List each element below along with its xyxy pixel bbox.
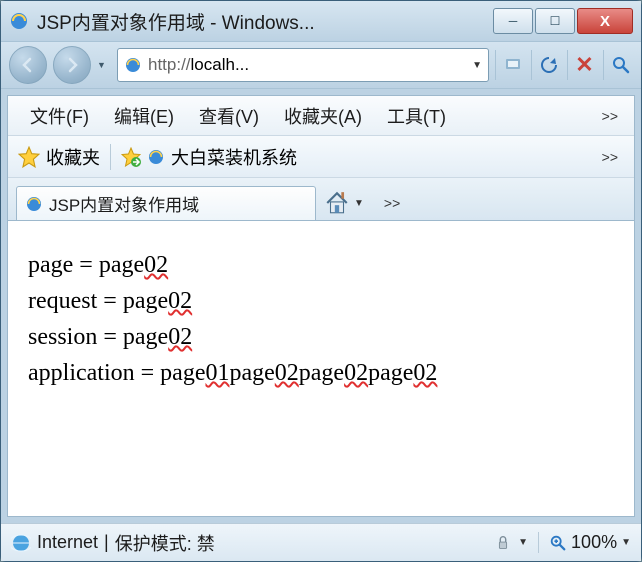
forward-button[interactable] xyxy=(53,46,91,84)
favorites-bookmark-1[interactable]: 大白菜装机系统 xyxy=(121,144,297,170)
menu-file[interactable]: 文件(F) xyxy=(18,100,101,132)
star-icon xyxy=(18,146,40,168)
client-area: 文件(F) 编辑(E) 查看(V) 收藏夹(A) 工具(T) >> 收藏夹 xyxy=(7,95,635,517)
globe-icon xyxy=(11,533,31,553)
dropdown-icon: ▼ xyxy=(354,198,364,209)
favorites-bar: 收藏夹 大白菜装机系统 >> xyxy=(8,136,634,178)
address-dropdown[interactable]: ▼ xyxy=(472,60,482,71)
search-button[interactable] xyxy=(603,50,633,80)
home-button[interactable]: ▼ xyxy=(324,190,364,216)
ie-page-icon xyxy=(124,56,142,74)
nav-toolbar: ▼ http://localh... ▼ ✕ xyxy=(1,41,641,89)
zone-label: Internet xyxy=(37,532,98,553)
minimize-button[interactable]: ─ xyxy=(493,8,533,34)
menubar: 文件(F) 编辑(E) 查看(V) 收藏夹(A) 工具(T) >> xyxy=(8,96,634,136)
content-line-4: application = page01page02page02page02 xyxy=(28,355,614,391)
titlebar: JSP内置对象作用域 - Windows... ─ ☐ X xyxy=(1,1,641,41)
tab-active[interactable]: JSP内置对象作用域 xyxy=(16,186,316,220)
dropdown-icon: ▼ xyxy=(518,537,528,548)
content-line-2: request = page02 xyxy=(28,283,614,319)
compat-view-button[interactable] xyxy=(495,50,525,80)
star-arrow-icon xyxy=(121,147,141,167)
privacy-button[interactable]: ▼ xyxy=(494,534,528,552)
dropdown-icon: ▼ xyxy=(621,537,631,548)
menu-view[interactable]: 查看(V) xyxy=(187,100,271,132)
browser-window: JSP内置对象作用域 - Windows... ─ ☐ X ▼ http://l… xyxy=(0,0,642,562)
zoom-value: 100% xyxy=(571,532,617,553)
tabbar-overflow[interactable]: >> xyxy=(378,195,406,211)
address-bar[interactable]: http://localh... ▼ xyxy=(117,48,489,82)
back-button[interactable] xyxy=(9,46,47,84)
tabbar: JSP内置对象作用域 ▼ >> xyxy=(8,178,634,220)
favorites-label: 收藏夹 xyxy=(46,144,100,170)
nav-history-dropdown[interactable]: ▼ xyxy=(97,60,111,70)
ie-page-icon xyxy=(147,148,165,166)
tab-title: JSP内置对象作用域 xyxy=(49,191,199,216)
statusbar: Internet | 保护模式: 禁 ▼ 100% ▼ xyxy=(1,523,641,561)
security-zone[interactable]: Internet | 保护模式: 禁 xyxy=(11,530,215,556)
favorites-button[interactable]: 收藏夹 xyxy=(18,144,100,170)
address-text: http://localh... xyxy=(148,55,466,75)
menu-edit[interactable]: 编辑(E) xyxy=(102,100,186,132)
page-content: page = page02 request = page02 session =… xyxy=(8,220,634,516)
divider xyxy=(110,144,111,170)
ie-icon xyxy=(9,11,29,31)
close-button[interactable]: X xyxy=(577,8,633,34)
bookmark-label: 大白菜装机系统 xyxy=(171,144,297,170)
window-controls: ─ ☐ X xyxy=(493,8,633,34)
maximize-button[interactable]: ☐ xyxy=(535,8,575,34)
content-line-1: page = page02 xyxy=(28,247,614,283)
menu-overflow[interactable]: >> xyxy=(596,108,624,124)
menu-tools[interactable]: 工具(T) xyxy=(375,100,458,132)
window-title: JSP内置对象作用域 - Windows... xyxy=(37,8,493,35)
zoom-control[interactable]: 100% ▼ xyxy=(538,532,631,553)
refresh-button[interactable] xyxy=(531,50,561,80)
content-line-3: session = page02 xyxy=(28,319,614,355)
menu-favorites[interactable]: 收藏夹(A) xyxy=(272,100,374,132)
favbar-overflow[interactable]: >> xyxy=(596,149,624,165)
stop-button[interactable]: ✕ xyxy=(567,50,597,80)
ie-page-icon xyxy=(25,195,43,213)
protected-mode-label: 保护模式: 禁 xyxy=(115,530,215,556)
